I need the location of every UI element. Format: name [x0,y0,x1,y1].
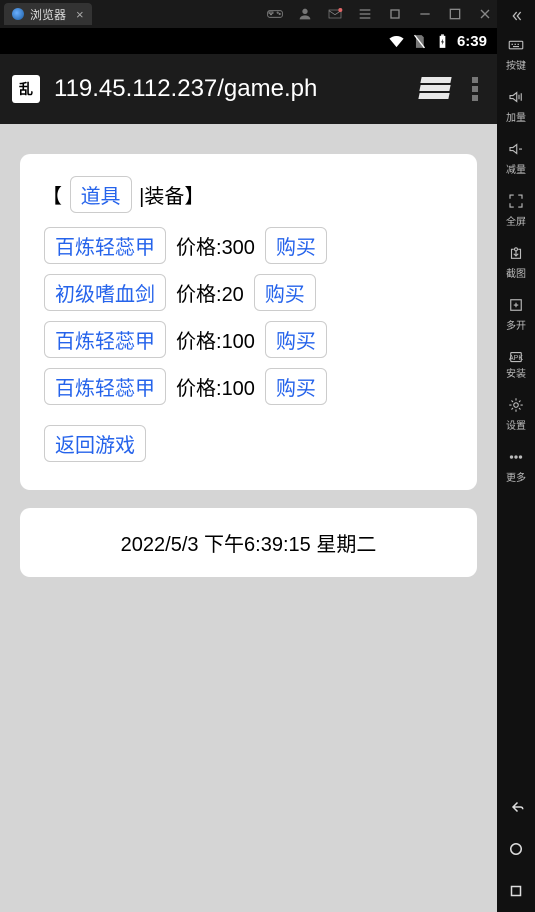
minimize-icon[interactable] [417,6,433,22]
emu-vol-up-label: 加量 [506,109,526,124]
emu-volume-up-button[interactable]: 加量 [497,80,535,132]
emu-keys-button[interactable]: 按键 [497,28,535,80]
emu-fullscreen-button[interactable]: 全屏 [497,184,535,236]
emu-settings-label: 设置 [506,417,526,432]
emu-volume-down-button[interactable]: 减量 [497,132,535,184]
shop-card: 【 道具 |装备】 百炼轻蕊甲 价格:300 购买 初级嗜血剑 价格:20 购买… [20,154,477,490]
emu-screenshot-label: 截图 [506,265,526,280]
item-price: 价格:100 [176,325,255,354]
no-sim-icon [411,33,428,50]
emu-more-button[interactable]: 更多 [497,440,535,492]
emu-install-label: 安装 [506,365,526,380]
browser-tab[interactable]: 浏览器 × [4,3,92,25]
buy-button[interactable]: 购买 [265,321,327,358]
menu-icon[interactable] [357,6,373,22]
shop-item-row: 百炼轻蕊甲 价格:100 购买 [42,321,455,358]
window-chrome: 浏览器 × [0,0,497,28]
maximize-icon[interactable] [447,6,463,22]
globe-icon [12,8,24,20]
page-favicon: 乱 [12,75,40,103]
android-back-button[interactable] [497,786,535,828]
shop-item-row: 百炼轻蕊甲 价格:100 购买 [42,368,455,405]
item-name-link[interactable]: 百炼轻蕊甲 [44,368,166,405]
user-icon[interactable] [297,6,313,22]
category-equip: 装备 [144,186,184,208]
emu-screenshot-button[interactable]: 截图 [497,236,535,288]
close-tab-icon[interactable]: × [76,7,84,22]
url-text[interactable]: 119.45.112.237/game.ph [54,75,405,103]
android-status-bar: 6:39 [0,28,497,54]
wifi-icon [388,33,405,50]
category-row: 【 道具 |装备】 [42,176,455,213]
buy-button[interactable]: 购买 [254,274,316,311]
more-menu-icon[interactable] [465,77,485,101]
item-price: 价格:20 [176,278,244,307]
item-name-link[interactable]: 百炼轻蕊甲 [44,321,166,358]
status-clock: 6:39 [457,33,487,50]
shop-item-row: 初级嗜血剑 价格:20 购买 [42,274,455,311]
emu-multi-button[interactable]: 多开 [497,288,535,340]
tab-title: 浏览器 [30,6,66,23]
tabs-icon[interactable] [419,77,451,101]
collapse-sidebar-button[interactable] [497,4,535,28]
buy-button[interactable]: 购买 [265,368,327,405]
emu-more-label: 更多 [506,469,526,484]
back-to-game-button[interactable]: 返回游戏 [44,425,146,462]
item-name-link[interactable]: 百炼轻蕊甲 [44,227,166,264]
mail-icon[interactable] [327,6,343,22]
emu-fullscreen-label: 全屏 [506,213,526,228]
timestamp-card: 2022/5/3 下午6:39:15 星期二 [20,508,477,577]
emu-multi-label: 多开 [506,317,526,332]
emu-vol-down-label: 减量 [506,161,526,176]
bracket-open: 【 [42,186,62,208]
emu-keys-label: 按键 [506,57,526,72]
item-name-link[interactable]: 初级嗜血剑 [44,274,166,311]
android-home-button[interactable] [497,828,535,870]
buy-button[interactable]: 购买 [265,227,327,264]
page-content: 【 道具 |装备】 百炼轻蕊甲 价格:300 购买 初级嗜血剑 价格:20 购买… [0,124,497,912]
emulator-sidebar: 按键 加量 减量 全屏 截图 多开 APK 安装 设置 更多 [497,0,535,912]
emu-install-button[interactable]: APK 安装 [497,340,535,388]
gamepad-icon[interactable] [267,6,283,22]
bracket-close: 】 [184,186,204,208]
window-icon[interactable] [387,6,403,22]
apk-badge: APK [509,355,523,362]
battery-charging-icon [434,33,451,50]
close-window-icon[interactable] [477,6,493,22]
item-price: 价格:100 [176,372,255,401]
android-recent-button[interactable] [497,870,535,912]
shop-item-row: 百炼轻蕊甲 价格:300 购买 [42,227,455,264]
category-items-link[interactable]: 道具 [70,176,132,213]
browser-url-bar: 乱 119.45.112.237/game.ph [0,54,497,124]
emu-settings-button[interactable]: 设置 [497,388,535,440]
item-price: 价格:300 [176,231,255,260]
timestamp-text: 2022/5/3 下午6:39:15 星期二 [121,534,377,556]
